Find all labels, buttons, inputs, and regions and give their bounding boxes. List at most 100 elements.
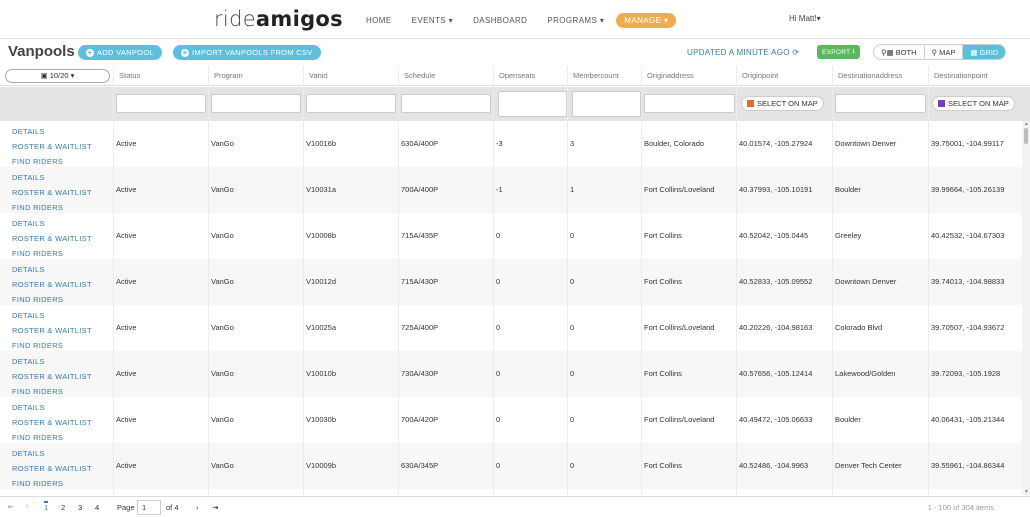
nav-dashboard[interactable]: DASHBOARD [473, 16, 527, 25]
nav-programs[interactable]: PROGRAMS ▾ [547, 16, 604, 25]
originpoint-cell: 40.52486, -104.9963 [739, 461, 809, 470]
schedule-cell: 700A/420P [401, 415, 439, 424]
add-vanpool-button[interactable]: + ADD VANPOOL [78, 45, 162, 60]
openseats-cell: 0 [496, 461, 501, 470]
import-vanpools-button[interactable]: + IMPORT VANPOOLS FROM CSV [173, 45, 321, 60]
rideamigos-logo[interactable]: rideamigos [214, 7, 343, 31]
nav-events[interactable]: EVENTS ▾ [412, 16, 453, 25]
program-cell: VanGo [211, 461, 234, 470]
destination-select-on-map-button[interactable]: SELECT ON MAP [932, 96, 1015, 111]
nav-home[interactable]: HOME [366, 16, 392, 25]
details-link[interactable]: DETAILS [12, 124, 92, 139]
scroll-up-icon[interactable]: ▲ [1024, 121, 1029, 127]
caret-down-icon: ▾ [70, 71, 75, 80]
vanid-cell: V10031a [306, 185, 337, 194]
program-cell: VanGo [211, 185, 234, 194]
roster-waitlist-link[interactable]: ROSTER & WAITLIST [12, 461, 92, 476]
schedule-filter-input[interactable] [401, 94, 491, 113]
view-map-button[interactable]: ⚲ MAP [924, 45, 964, 59]
roster-waitlist-link[interactable]: ROSTER & WAITLIST [12, 139, 92, 154]
first-page-icon[interactable]: ⇤ [8, 503, 14, 511]
details-link[interactable]: DETAILS [12, 216, 92, 231]
user-menu[interactable]: Hi Matt!▾ [789, 14, 821, 23]
caret-down-icon: ▾ [448, 16, 454, 25]
page-link-4[interactable]: 4 [95, 503, 99, 512]
roster-waitlist-link[interactable]: ROSTER & WAITLIST [12, 415, 92, 430]
page-link-2[interactable]: 2 [61, 503, 65, 512]
openseats-filter-input[interactable] [498, 91, 567, 117]
column-header-vanid[interactable]: Vanid [303, 66, 398, 86]
page-number-input[interactable]: 1 [137, 500, 161, 515]
originaddress-cell: Fort Collins [644, 277, 682, 286]
column-header-program[interactable]: Program [208, 66, 303, 86]
vanid-cell: V10025a [306, 323, 337, 332]
destinationaddress-cell: Boulder [835, 185, 861, 194]
column-header-destinationpoint[interactable]: Destinationpoint [928, 66, 1022, 86]
destinationaddress-filter-input[interactable] [835, 94, 926, 113]
details-link[interactable]: DETAILS [12, 308, 92, 323]
column-header-membercount[interactable]: Membercount [567, 66, 641, 86]
prev-page-icon[interactable]: ‹ [26, 503, 28, 510]
column-divider [208, 66, 209, 495]
table-row: DETAILS ROSTER & WAITLIST FIND RIDERS Activ… [0, 397, 1022, 443]
origin-select-on-map-button[interactable]: SELECT ON MAP [741, 96, 824, 111]
row-actions: DETAILS ROSTER & WAITLIST FIND RIDERS [12, 308, 92, 353]
vanid-cell: V10016b [306, 139, 337, 148]
page-link-1[interactable]: 1 [44, 501, 49, 512]
roster-waitlist-link[interactable]: ROSTER & WAITLIST [12, 323, 92, 338]
vanid-cell: V10009b [306, 461, 337, 470]
details-link[interactable]: DETAILS [12, 446, 92, 461]
column-header-openseats[interactable]: Openseats [493, 66, 567, 86]
caret-down-icon: ▾ [663, 16, 669, 25]
items-count: 1 - 100 of 304 items [927, 503, 994, 512]
schedule-cell: 715A/430P [401, 277, 439, 286]
last-page-icon[interactable]: ⇥ [212, 503, 218, 512]
schedule-cell: 700A/400P [401, 185, 439, 194]
page-link-3[interactable]: 3 [78, 503, 82, 512]
column-header-destinationaddress[interactable]: Destinationaddress [832, 66, 928, 86]
nav-manage[interactable]: MANAGE ▾ [616, 13, 677, 28]
scroll-down-icon[interactable]: ▼ [1024, 489, 1029, 495]
column-header-originpoint[interactable]: Originpoint [736, 66, 832, 86]
vanid-filter-input[interactable] [306, 94, 396, 113]
column-header-schedule[interactable]: Schedule [398, 66, 493, 86]
roster-waitlist-link[interactable]: ROSTER & WAITLIST [12, 231, 92, 246]
column-header-originaddress[interactable]: Originaddress [641, 66, 736, 86]
program-cell: VanGo [211, 231, 234, 240]
openseats-cell: 0 [496, 369, 501, 378]
column-divider [113, 66, 114, 495]
details-link[interactable]: DETAILS [12, 354, 92, 369]
membercount-filter-input[interactable] [572, 91, 641, 117]
page-count: of 4 [166, 503, 179, 512]
vertical-scrollbar[interactable]: ▲ ▼ [1022, 121, 1030, 495]
column-header-status[interactable]: Status [113, 66, 208, 86]
program-cell: VanGo [211, 139, 234, 148]
next-page-icon[interactable]: › [196, 503, 199, 512]
page-size-select[interactable]: ▣ 10/20 ▾ [5, 69, 110, 83]
details-link[interactable]: DETAILS [12, 400, 92, 415]
row-actions: DETAILS ROSTER & WAITLIST FIND RIDERS [12, 262, 92, 307]
status-cell: Active [116, 277, 137, 286]
column-divider [493, 66, 494, 495]
originaddress-filter-input[interactable] [644, 94, 735, 113]
schedule-cell: 725A/400P [401, 323, 439, 332]
view-both-button[interactable]: ⚲▦ BOTH [874, 45, 925, 59]
refresh-status[interactable]: UPDATED A MINUTE AGO ⟳ [687, 48, 799, 57]
details-link[interactable]: DETAILS [12, 170, 92, 185]
logo-text-bold: amigos [255, 7, 343, 31]
find-riders-link[interactable]: FIND RIDERS [12, 476, 92, 491]
roster-waitlist-link[interactable]: ROSTER & WAITLIST [12, 369, 92, 384]
scrollbar-thumb[interactable] [1024, 128, 1028, 144]
column-divider [567, 66, 568, 495]
marker-grid-icon: ⚲▦ [881, 47, 894, 57]
program-filter-input[interactable] [211, 94, 301, 113]
roster-waitlist-link[interactable]: ROSTER & WAITLIST [12, 185, 92, 200]
details-link[interactable]: DETAILS [12, 262, 92, 277]
export-button[interactable]: EXPORT ⭳ [817, 45, 861, 59]
view-grid-button[interactable]: ▦ GRID [963, 45, 1006, 59]
roster-waitlist-link[interactable]: ROSTER & WAITLIST [12, 277, 92, 292]
destination-marker-icon [938, 100, 945, 107]
status-cell: Active [116, 461, 137, 470]
status-cell: Active [116, 185, 137, 194]
status-filter-input[interactable] [116, 94, 206, 113]
